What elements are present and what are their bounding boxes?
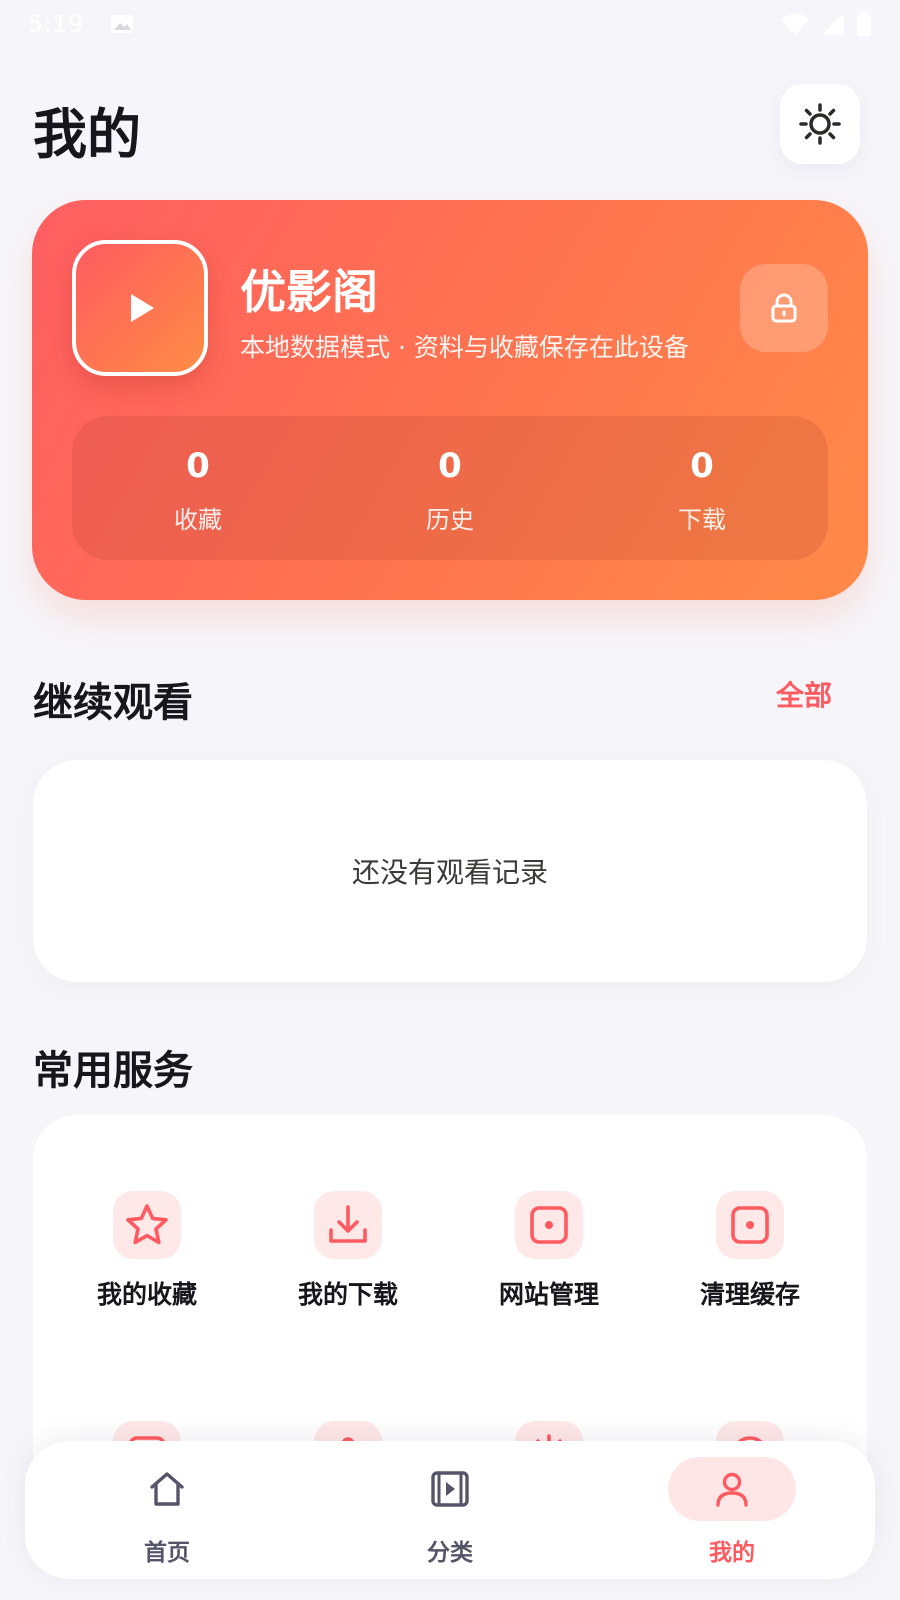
service-label: 我的下载 xyxy=(297,1280,398,1309)
empty-message: 还没有观看记录 xyxy=(351,856,548,889)
app-subtitle: 本地数据模式 · 资料与收藏保存在此设备 xyxy=(240,333,689,362)
service-downloads[interactable]: 我的下载 xyxy=(248,1191,448,1311)
stat-downloads[interactable]: 0 下载 xyxy=(576,416,828,560)
see-all-link[interactable]: 全部 xyxy=(776,674,832,714)
service-label: 网站管理 xyxy=(498,1280,599,1309)
service-label: 清理缓存 xyxy=(699,1280,800,1309)
stats-panel: 0 收藏 0 历史 0 下载 xyxy=(72,416,828,560)
service-favorites[interactable]: 我的收藏 xyxy=(47,1191,247,1311)
nav-icon-pill xyxy=(386,1457,514,1521)
service-icon-box xyxy=(716,1191,784,1259)
app-logo xyxy=(72,240,208,376)
page-title: 我的 xyxy=(33,103,141,166)
image-icon xyxy=(110,15,133,33)
stat-label: 收藏 xyxy=(174,506,222,534)
service-icon-box xyxy=(113,1191,181,1259)
lock-icon xyxy=(771,293,797,323)
status-time: 5:19 xyxy=(28,10,84,38)
stat-value: 0 xyxy=(438,446,462,486)
continue-watching-title: 继续观看 xyxy=(33,680,193,726)
nav-label: 我的 xyxy=(709,1540,755,1566)
services-title: 常用服务 xyxy=(33,1048,193,1094)
profile-card: 优影阁 本地数据模式 · 资料与收藏保存在此设备 0 收藏 0 历史 0 下载 xyxy=(32,200,868,600)
star-icon xyxy=(126,1204,168,1245)
theme-toggle-button[interactable] xyxy=(780,84,860,164)
nav-label: 首页 xyxy=(144,1540,190,1566)
video-icon xyxy=(431,1471,469,1507)
service-site-management[interactable]: 网站管理 xyxy=(449,1191,649,1311)
stat-value: 0 xyxy=(186,446,210,486)
service-icon-box xyxy=(314,1191,382,1259)
stat-label: 历史 xyxy=(426,506,474,534)
wifi-icon xyxy=(781,13,809,35)
nav-icon-pill xyxy=(103,1457,231,1521)
watch-history-empty-card: 还没有观看记录 xyxy=(33,760,867,982)
lock-button[interactable] xyxy=(740,264,828,352)
nav-category[interactable]: 分类 xyxy=(370,1457,530,1567)
stat-label: 下载 xyxy=(678,506,726,534)
nav-icon-pill xyxy=(668,1457,796,1521)
service-icon-box xyxy=(515,1191,583,1259)
app-name: 优影阁 xyxy=(240,265,378,319)
square-dot-icon xyxy=(731,1206,769,1244)
bottom-nav: 首页 分类 我的 xyxy=(25,1441,875,1579)
service-label: 我的收藏 xyxy=(96,1280,197,1309)
stat-favorites[interactable]: 0 收藏 xyxy=(72,416,324,560)
battery-icon xyxy=(857,11,871,36)
nav-label: 分类 xyxy=(427,1540,473,1566)
user-icon xyxy=(716,1472,748,1507)
stat-value: 0 xyxy=(690,446,714,486)
download-icon xyxy=(329,1205,367,1243)
nav-home[interactable]: 首页 xyxy=(87,1457,247,1567)
play-icon xyxy=(131,294,154,322)
signal-icon xyxy=(822,13,844,35)
service-clear-cache[interactable]: 清理缓存 xyxy=(650,1191,850,1311)
nav-profile[interactable]: 我的 xyxy=(652,1457,812,1567)
sun-icon xyxy=(799,103,841,145)
square-dot-icon xyxy=(530,1206,568,1244)
stat-history[interactable]: 0 历史 xyxy=(324,416,576,560)
home-icon xyxy=(150,1472,184,1506)
status-bar: 5:19 xyxy=(0,0,900,48)
